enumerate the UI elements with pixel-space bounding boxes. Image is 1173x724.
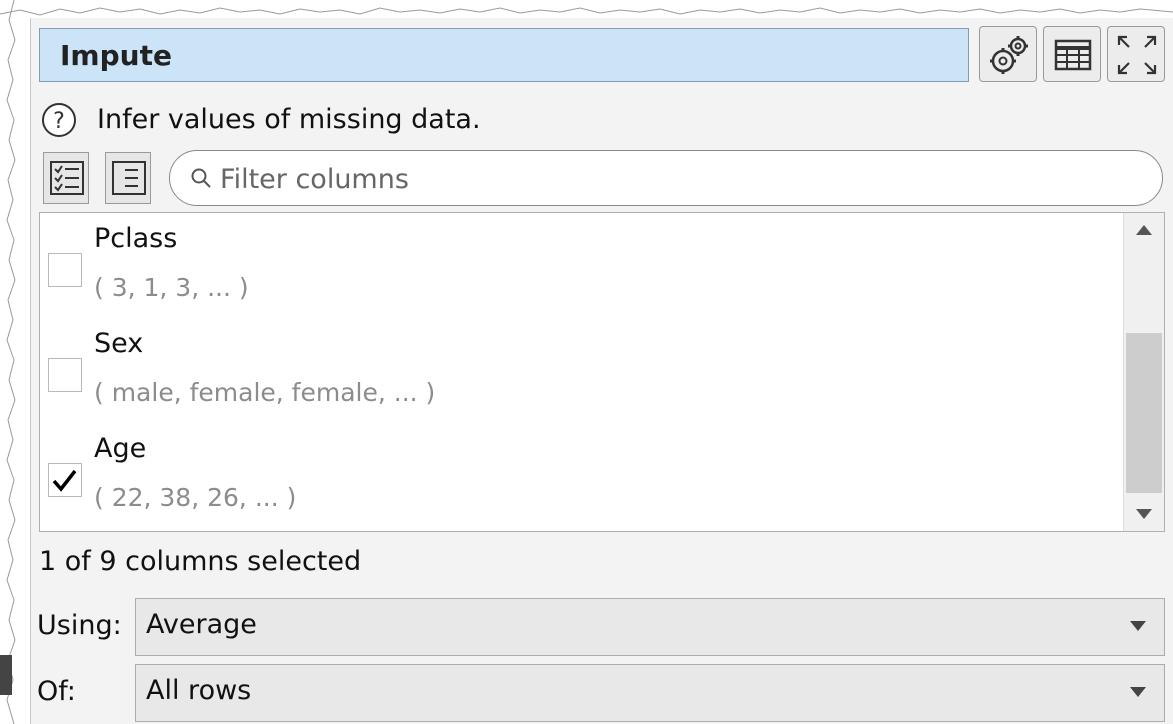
help-icon[interactable]: ? — [41, 102, 77, 138]
scroll-down-arrow-icon[interactable] — [1124, 497, 1164, 531]
table-view-button[interactable] — [1043, 26, 1101, 82]
column-checkbox[interactable] — [48, 358, 82, 392]
using-label: Using: — [37, 610, 122, 641]
panel-title: Impute — [60, 39, 172, 72]
of-dropdown[interactable]: All rows — [135, 664, 1165, 722]
using-dropdown[interactable]: Average — [135, 598, 1165, 656]
svg-text:?: ? — [53, 109, 65, 134]
connector-handle — [0, 655, 12, 695]
filter-columns-input[interactable] — [218, 159, 1122, 199]
search-icon — [191, 168, 211, 188]
list-item[interactable]: Sex ( male, female, female, ... ) — [40, 318, 1120, 422]
select-none-icon — [112, 161, 146, 195]
settings-button[interactable] — [979, 26, 1037, 82]
selection-status: 1 of 9 columns selected — [39, 546, 362, 577]
filter-columns-box[interactable] — [169, 150, 1163, 206]
vertical-scrollbar[interactable] — [1123, 213, 1164, 531]
description-row: ? Infer values of missing data. — [41, 100, 941, 144]
select-none-button[interactable] — [105, 152, 151, 204]
settings-gears-icon — [990, 36, 1028, 74]
column-sample-values: ( male, female, female, ... ) — [94, 378, 436, 407]
column-name: Age — [94, 433, 147, 464]
scrollbar-thumb[interactable] — [1126, 333, 1162, 493]
expand-icon — [1117, 35, 1157, 75]
impute-panel: Impute ? Infer values of missing data. F… — [30, 18, 1173, 724]
column-sample-values: ( 3, 1, 3, ... ) — [94, 273, 249, 302]
column-list: Pclass ( 3, 1, 3, ... ) Sex ( male, fema… — [39, 212, 1165, 532]
of-selected-value: All rows — [146, 675, 252, 706]
list-item[interactable]: Pclass ( 3, 1, 3, ... ) — [40, 213, 1120, 317]
column-name: Sex — [94, 328, 144, 359]
select-all-button[interactable] — [43, 152, 89, 204]
of-label: Of: — [37, 676, 76, 707]
scroll-up-arrow-icon[interactable] — [1124, 213, 1164, 247]
torn-edge-left — [6, 0, 16, 724]
chevron-down-icon — [1130, 621, 1146, 631]
panel-description: Infer values of missing data. — [97, 104, 481, 135]
column-checkbox[interactable] — [48, 253, 82, 287]
list-item[interactable]: Age ( 22, 38, 26, ... ) — [40, 423, 1120, 527]
chevron-down-icon — [1130, 687, 1146, 697]
using-selected-value: Average — [146, 609, 257, 640]
torn-edge-top — [0, 7, 1173, 16]
column-sample-values: ( 22, 38, 26, ... ) — [94, 483, 297, 512]
column-name: Pclass — [94, 223, 178, 254]
select-all-icon — [50, 161, 84, 195]
expand-button[interactable] — [1107, 26, 1165, 82]
table-icon — [1054, 39, 1092, 71]
checkmark-icon — [52, 469, 77, 492]
column-checkbox[interactable] — [48, 463, 82, 497]
title-bar[interactable]: Impute — [39, 28, 969, 82]
